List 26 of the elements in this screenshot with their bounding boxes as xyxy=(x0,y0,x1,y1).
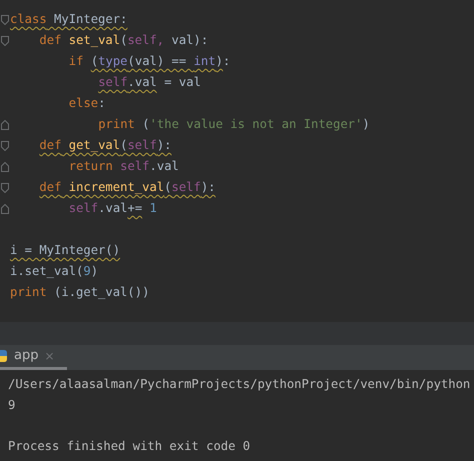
code-line: def get_val(self): xyxy=(39,137,172,154)
fold-icon[interactable] xyxy=(1,36,9,46)
fold-icon[interactable] xyxy=(1,140,9,150)
code-line: i = MyInteger() xyxy=(10,242,120,259)
run-tab[interactable]: app × xyxy=(0,345,67,370)
code-line: self.val+= 1 xyxy=(68,200,157,217)
code-line: print ('the value is not an Integer') xyxy=(98,116,370,133)
code-line: print (i.get_val()) xyxy=(10,284,150,301)
code-line: def increment_val(self): xyxy=(39,179,216,196)
fold-icon[interactable] xyxy=(1,182,9,192)
code-line: i.set_val(9) xyxy=(10,263,98,280)
fold-icon[interactable] xyxy=(1,204,9,214)
code-line: return self.val xyxy=(68,158,179,175)
fold-icon[interactable] xyxy=(1,14,9,24)
code-line: self.val = val xyxy=(98,74,201,91)
tab-label: app xyxy=(14,347,38,366)
code-line: else: xyxy=(68,95,106,112)
console-line: /Users/alaasalman/PycharmProjects/pythonProject/venv/bin/python xyxy=(8,376,472,393)
code-line: def set_val(self, val): xyxy=(39,32,208,49)
console-line: Process finished with exit code 0 xyxy=(8,438,252,456)
python-icon xyxy=(0,349,8,363)
code-line: if (type(val) == int): xyxy=(68,53,230,70)
fold-icon[interactable] xyxy=(1,162,9,172)
fold-icon[interactable] xyxy=(1,120,9,130)
console-line: 9 xyxy=(8,396,16,414)
code-line: class MyInteger: xyxy=(10,11,128,28)
